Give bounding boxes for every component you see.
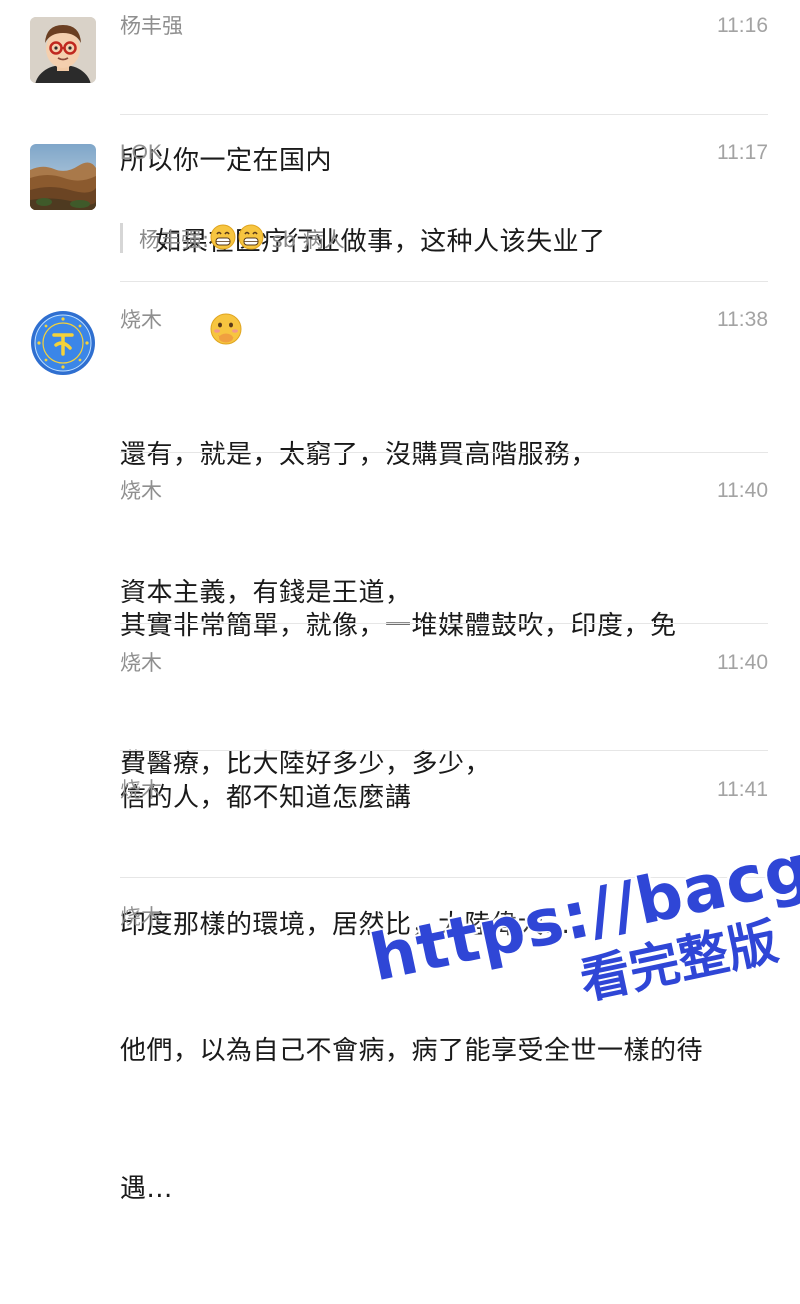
message-line: 遇... [120,1174,173,1204]
avatar[interactable] [30,144,96,210]
tibetan-symbol-avatar-icon [31,311,95,375]
desert-landscape-avatar-icon [30,144,96,210]
message-time: 11:16 [717,14,768,37]
cartoon-person-avatar-icon [30,17,96,83]
divider [120,877,768,878]
avatar[interactable] [30,310,96,376]
sender-name: 烧木 [120,778,162,802]
grinning-face-emoji-icon [237,223,265,259]
message-line: 還有，就是，太窮了，沒購買高階服務， [120,440,598,470]
message-time: 11:40 [717,651,768,674]
divider [120,452,768,453]
message-text: 他們，以為自己不會病，病了能享受全世一樣的待 遇... [120,936,770,1304]
sender-name: 烧木 [120,905,162,929]
sender-name: 烧木 [120,308,162,332]
grinning-face-emoji-icon [209,223,237,259]
divider [120,114,768,115]
divider [120,281,768,282]
avatar[interactable] [30,17,96,83]
message-time: 11:17 [717,141,768,164]
message-time: 11:40 [717,479,768,502]
sender-name: LOK [120,141,163,164]
message-time: 11:38 [717,308,768,331]
quote-author: 杨丰强: [139,228,210,252]
message-line: 其實非常簡單，就像，一堆媒體鼓吹，印度，免 [120,611,677,641]
sender-name: 杨丰强 [120,14,183,38]
message-line: 他們，以為自己不會病，病了能享受全世一樣的待 [120,1036,704,1066]
sender-name: 烧木 [120,479,162,503]
divider [120,623,768,624]
divider [120,750,768,751]
quote-text: sb 病人 [265,228,345,252]
quoted-message[interactable]: 杨丰强: sb 病人 [120,223,345,253]
message-time: 11:41 [717,778,768,801]
sender-name: 烧木 [120,651,162,675]
